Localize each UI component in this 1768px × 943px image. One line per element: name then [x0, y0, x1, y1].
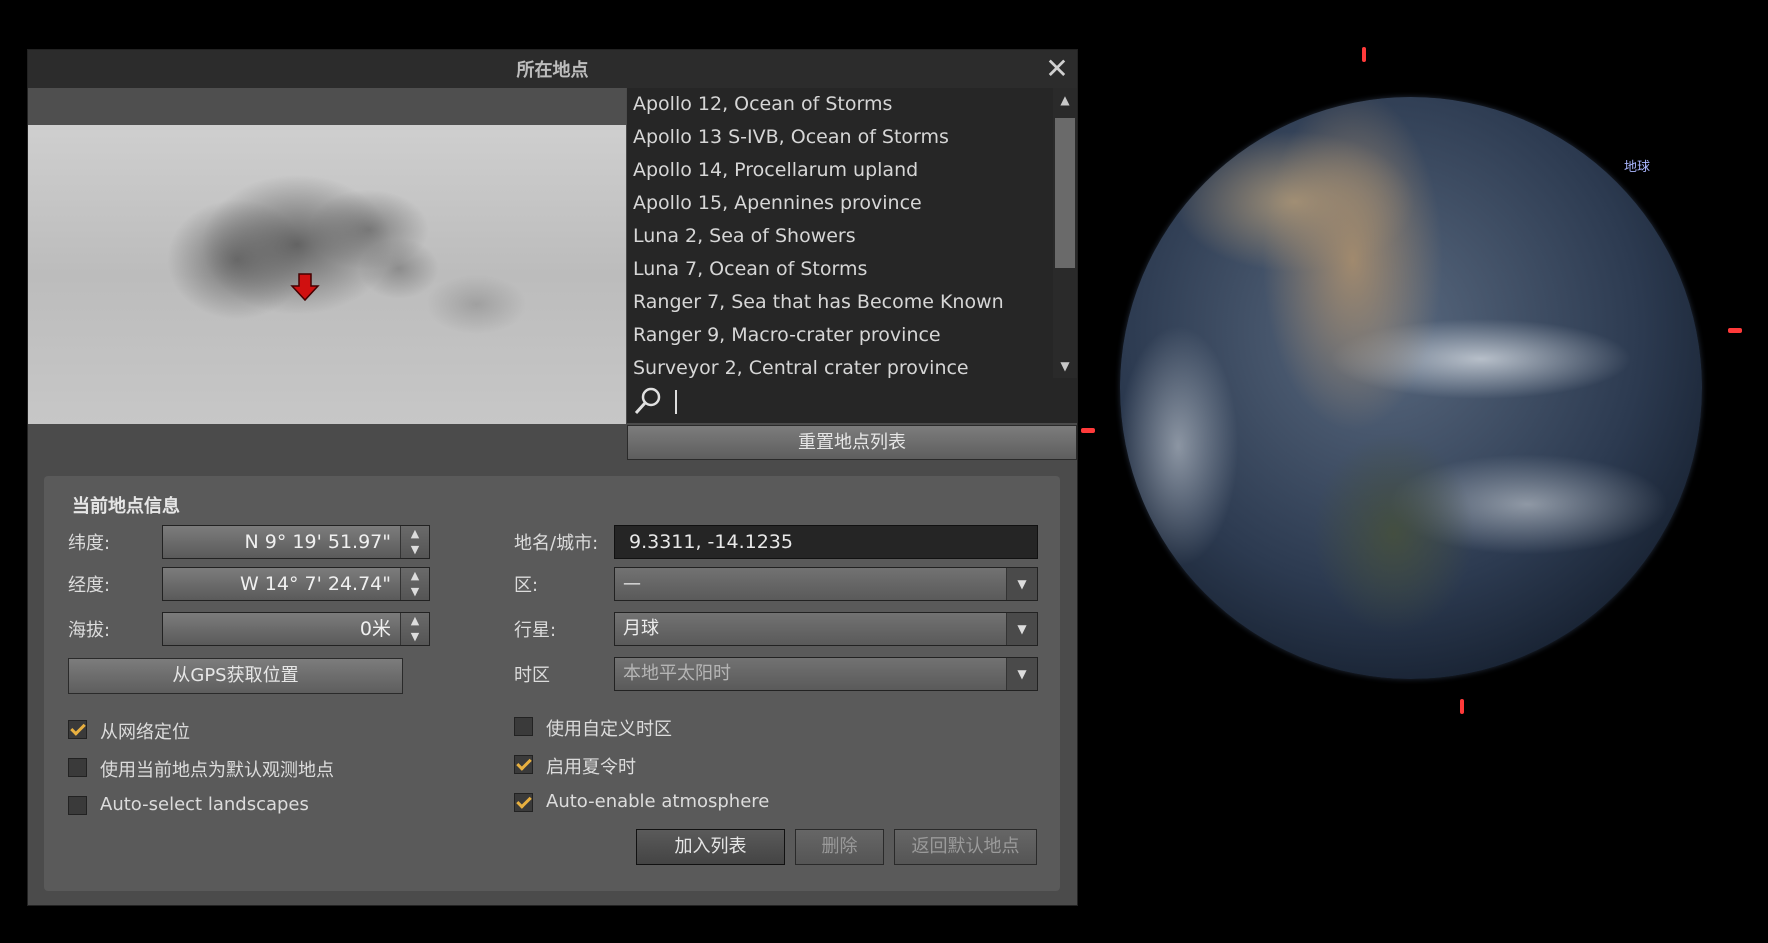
custom-timezone-label: 使用自定义时区: [546, 719, 672, 740]
latitude-value: N 9° 19' 51.97": [244, 531, 391, 553]
auto-atmosphere-label: Auto-enable atmosphere: [546, 791, 770, 812]
info-title: 当前地点信息: [72, 496, 180, 517]
location-dialog: 所在地点 ✕ Apollo 12, Ocean of Storms Apollo…: [28, 50, 1077, 905]
planet-select[interactable]: 月球 ▼: [614, 612, 1038, 646]
spin-arrows: ▲ ▼: [400, 526, 429, 558]
auto-landscapes-label: Auto-select landscapes: [100, 794, 309, 815]
spin-up-icon[interactable]: ▲: [401, 568, 429, 584]
latitude-spinbox[interactable]: N 9° 19' 51.97" ▲ ▼: [162, 525, 430, 559]
region-label: 区:: [514, 575, 539, 596]
scroll-down-icon[interactable]: ▼: [1053, 354, 1077, 378]
name-city-label: 地名/城市:: [514, 533, 599, 554]
text-cursor: [675, 390, 677, 414]
red-tick-mark: [1728, 328, 1742, 333]
list-item[interactable]: Apollo 15, Apennines province: [627, 187, 1053, 220]
search-input[interactable]: [627, 378, 1077, 423]
timezone-label: 时区: [514, 665, 550, 686]
list-item[interactable]: Apollo 13 S-IVB, Ocean of Storms: [627, 121, 1053, 154]
map-panel: [28, 88, 626, 424]
altitude-label: 海拔:: [68, 620, 111, 641]
use-default-checkbox[interactable]: [68, 758, 87, 777]
altitude-spinbox[interactable]: 0米 ▲ ▼: [162, 612, 430, 646]
spin-down-icon[interactable]: ▼: [401, 542, 429, 558]
earth-label: 地球: [1624, 160, 1651, 175]
spin-arrows: ▲ ▼: [400, 613, 429, 645]
dialog-title: 所在地点: [516, 60, 589, 81]
chevron-down-icon[interactable]: ▼: [1006, 658, 1037, 690]
spin-arrows: ▲ ▼: [400, 568, 429, 600]
spin-down-icon[interactable]: ▼: [401, 584, 429, 600]
network-locate-label: 从网络定位: [100, 722, 190, 743]
name-city-field[interactable]: 9.3311, -14.1235: [614, 525, 1038, 559]
dst-label: 启用夏令时: [546, 757, 636, 778]
location-marker-icon: [290, 273, 320, 302]
scroll-thumb[interactable]: [1055, 118, 1075, 268]
longitude-label: 经度:: [68, 575, 111, 596]
chevron-down-icon[interactable]: ▼: [1006, 613, 1037, 645]
timezone-select[interactable]: 本地平太阳时 ▼: [614, 657, 1038, 691]
spin-up-icon[interactable]: ▲: [401, 526, 429, 542]
latitude-label: 纬度:: [68, 533, 111, 554]
delete-button[interactable]: 删除: [795, 829, 884, 865]
planet-label: 行星:: [514, 620, 557, 641]
timezone-value: 本地平太阳时: [623, 663, 731, 684]
scroll-up-icon[interactable]: ▲: [1053, 88, 1077, 112]
list-scrollbar[interactable]: ▲ ▼: [1053, 88, 1077, 378]
close-icon[interactable]: ✕: [1043, 55, 1071, 83]
use-default-label: 使用当前地点为默认观测地点: [100, 760, 334, 781]
red-tick-mark: [1460, 699, 1464, 714]
spin-up-icon[interactable]: ▲: [401, 613, 429, 629]
region-select[interactable]: — ▼: [614, 567, 1038, 601]
list-item[interactable]: Apollo 14, Procellarum upland: [627, 154, 1053, 187]
custom-timezone-checkbox[interactable]: [514, 717, 533, 736]
location-list[interactable]: Apollo 12, Ocean of Storms Apollo 13 S-I…: [627, 88, 1053, 378]
search-icon: [634, 387, 661, 415]
region-value: —: [623, 573, 641, 594]
list-item[interactable]: Apollo 12, Ocean of Storms: [627, 88, 1053, 121]
current-location-info: 当前地点信息 纬度: N 9° 19' 51.97" ▲ ▼ 经度: W 14°…: [44, 476, 1060, 891]
red-tick-mark: [1362, 47, 1366, 62]
red-tick-mark: [1081, 428, 1095, 433]
list-item[interactable]: Luna 7, Ocean of Storms: [627, 253, 1053, 286]
moon-map[interactable]: [28, 125, 626, 424]
earth-globe[interactable]: [1120, 97, 1702, 679]
reset-list-button[interactable]: 重置地点列表: [627, 425, 1077, 460]
dst-checkbox[interactable]: [514, 755, 533, 774]
list-item[interactable]: Ranger 9, Macro-crater province: [627, 319, 1053, 352]
longitude-value: W 14° 7' 24.74": [239, 573, 391, 595]
planet-value: 月球: [623, 618, 659, 639]
auto-atmosphere-checkbox[interactable]: [514, 793, 533, 812]
auto-landscapes-checkbox[interactable]: [68, 796, 87, 815]
list-item[interactable]: Ranger 7, Sea that has Become Known: [627, 286, 1053, 319]
longitude-spinbox[interactable]: W 14° 7' 24.74" ▲ ▼: [162, 567, 430, 601]
altitude-value: 0米: [359, 618, 391, 640]
spin-down-icon[interactable]: ▼: [401, 629, 429, 645]
return-default-button[interactable]: 返回默认地点: [894, 829, 1037, 865]
title-bar[interactable]: 所在地点 ✕: [28, 50, 1077, 88]
list-item[interactable]: Surveyor 2, Central crater province: [627, 352, 1053, 378]
chevron-down-icon[interactable]: ▼: [1006, 568, 1037, 600]
gps-button[interactable]: 从GPS获取位置: [68, 658, 403, 694]
add-to-list-button[interactable]: 加入列表: [636, 829, 785, 865]
list-item[interactable]: Luna 2, Sea of Showers: [627, 220, 1053, 253]
network-locate-checkbox[interactable]: [68, 720, 87, 739]
